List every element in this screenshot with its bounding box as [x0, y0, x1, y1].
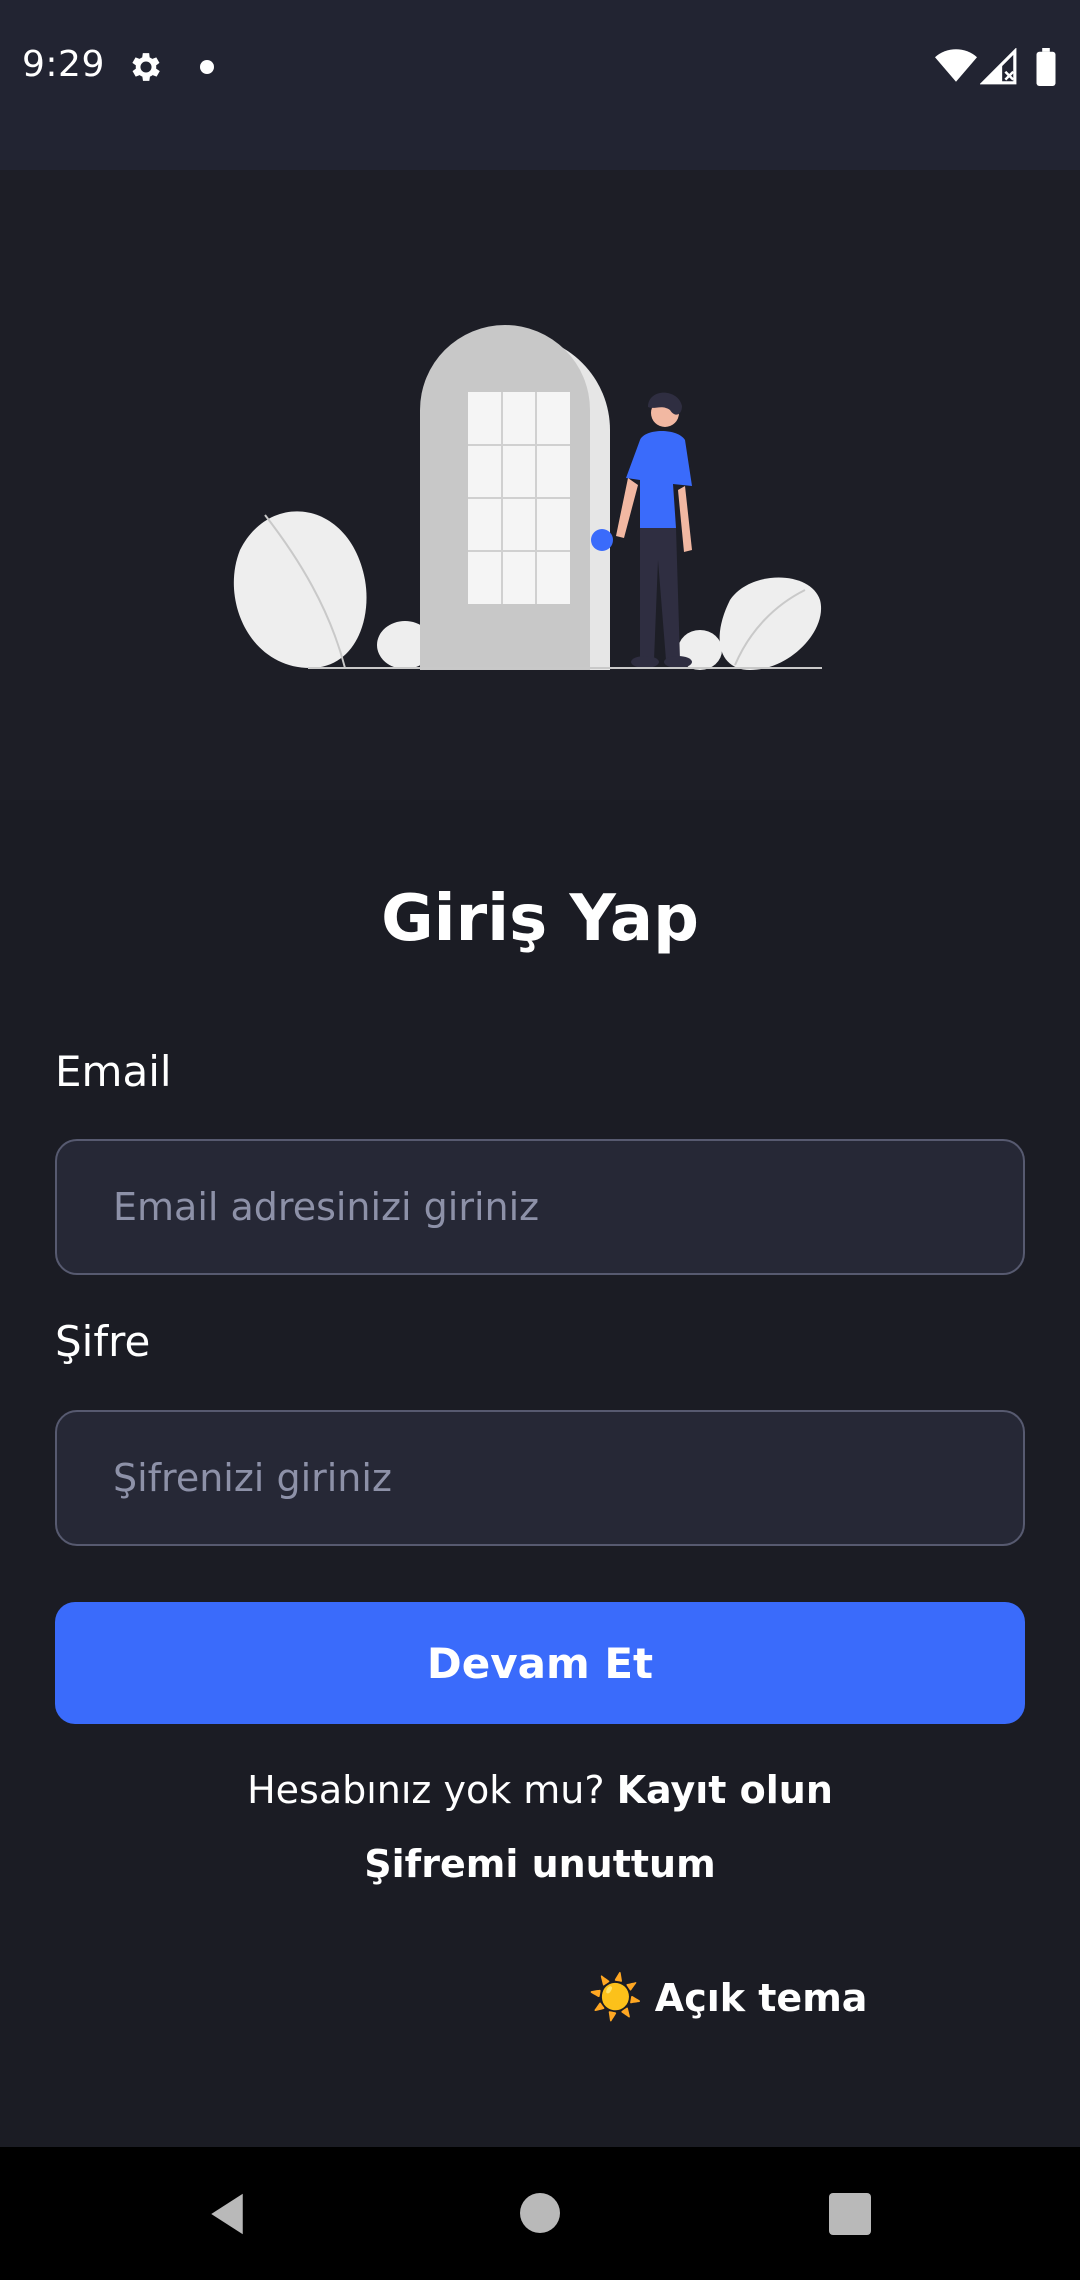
battery-icon: [1036, 48, 1056, 86]
sun-icon: ☀️: [588, 1972, 643, 2023]
recents-icon[interactable]: [829, 2193, 871, 2235]
theme-toggle-button[interactable]: ☀️ Açık tema: [588, 1970, 867, 2026]
email-label: Email: [55, 1047, 172, 1096]
password-label: Şifre: [55, 1317, 151, 1366]
signal-icon: [980, 48, 1017, 85]
signup-prompt: Hesabınız yok mu?: [247, 1768, 605, 1812]
forgot-password-link[interactable]: Şifremi unuttum: [0, 1842, 1080, 1886]
page-title: Giriş Yap: [381, 882, 699, 956]
gear-icon: [132, 53, 160, 81]
email-field[interactable]: [55, 1139, 1025, 1275]
notification-dot-icon: [200, 60, 214, 74]
person-opening-door-illustration: [233, 325, 822, 670]
signup-row: Hesabınız yok mu? Kayıt olun: [0, 1768, 1080, 1812]
home-icon[interactable]: [520, 2193, 560, 2233]
wifi-icon: [935, 49, 977, 82]
back-icon[interactable]: [200, 2187, 254, 2241]
navigation-bar: [0, 2147, 1080, 2280]
hero-section: [0, 170, 1080, 800]
status-time: 9:29: [22, 44, 105, 85]
status-bar: 9:29: [0, 0, 1080, 170]
password-field[interactable]: [55, 1410, 1025, 1546]
signup-link[interactable]: Kayıt olun: [617, 1768, 833, 1812]
continue-button[interactable]: Devam Et: [55, 1602, 1025, 1724]
theme-toggle-label: Açık tema: [654, 1976, 868, 2020]
login-screen: Giriş Yap Email Şifre Devam Et Hesabınız…: [0, 170, 1080, 2147]
